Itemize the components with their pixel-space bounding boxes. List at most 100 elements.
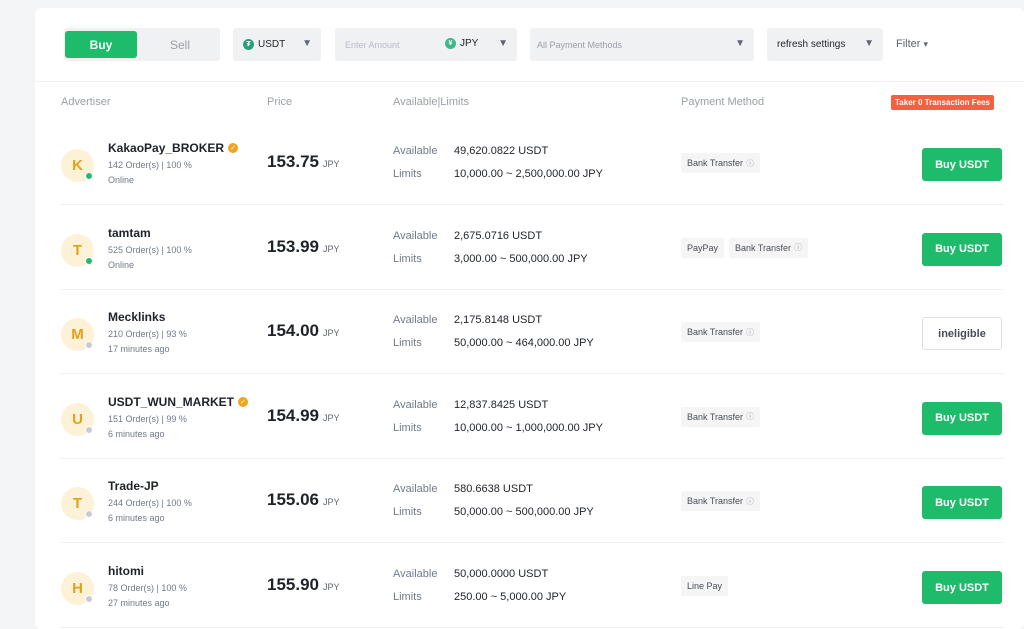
limits-label: Limits [393, 252, 422, 265]
avatar-initial: M [71, 326, 84, 344]
payment-methods: Bank Transfer ⓘ [681, 322, 761, 343]
p2p-card: Buy Sell ₮ USDT ▼ Enter Amount ¥ JPY ▼ A… [35, 8, 1024, 629]
price-currency: JPY [323, 582, 340, 592]
order-stats: 525 Order(s) | 100 % [108, 244, 192, 255]
payment-chip-label: Bank Transfer [735, 242, 792, 253]
payment-methods: PayPay Bank Transfer ⓘ [681, 237, 809, 258]
amount-input[interactable]: Enter Amount ¥ JPY ▼ [335, 28, 517, 61]
verified-badge-icon: ✓ [228, 143, 239, 153]
filter-button[interactable]: Filter ▾ [896, 38, 928, 50]
available-value: 49,620.0822 USDT [454, 145, 549, 157]
order-stats: 210 Order(s) | 93 % [108, 329, 187, 340]
price-value: 153.75 [267, 152, 319, 171]
limits-value: 10,000.00 ~ 2,500,000.00 JPY [454, 168, 603, 180]
info-icon: ⓘ [746, 327, 755, 337]
payment-chip-label: PayPay [687, 242, 719, 253]
limits-value: 250.00 ~ 5,000.00 JPY [454, 591, 567, 603]
chevron-down-icon: ▼ [864, 38, 874, 49]
coin-select[interactable]: ₮ USDT ▼ [233, 28, 321, 61]
buy-usdt-button[interactable]: Buy USDT [922, 401, 1002, 435]
payment-chip-label: Bank Transfer [687, 411, 744, 422]
sell-tab[interactable]: Sell [170, 31, 220, 58]
payment-chip-label: Line Pay [687, 581, 723, 591]
advertiser-name[interactable]: hitomi [108, 564, 144, 578]
payment-methods: Line Pay [681, 576, 729, 596]
divider [35, 81, 1024, 82]
advertiser-name[interactable]: Trade-JP [108, 479, 159, 493]
advertiser-name[interactable]: Mecklinks [108, 310, 165, 324]
advertiser-name[interactable]: tamtam [108, 226, 151, 240]
price-currency: JPY [323, 328, 340, 339]
price: 155.06 JPY [267, 490, 340, 510]
available-value: 50,000.0000 USDT [454, 568, 549, 580]
price-value: 155.90 [267, 575, 319, 594]
order-stats: 78 Order(s) | 100 % [108, 583, 187, 593]
online-status: 17 minutes ago [108, 344, 170, 355]
price-value: 154.99 [267, 405, 319, 425]
online-status: 27 minutes ago [108, 598, 170, 608]
available-label: Available [393, 229, 438, 242]
payment-chip: Bank Transfer ⓘ [681, 406, 761, 427]
available-value: 2,175.8148 USDT [454, 314, 543, 327]
price-currency: JPY [323, 412, 340, 423]
advertiser-name[interactable]: USDT_WUN_MARKET ✓ [108, 395, 248, 409]
order-stats: 151 Order(s) | 99 % [108, 413, 187, 424]
price-currency: JPY [323, 497, 340, 508]
buy-usdt-button[interactable]: Buy USDT [922, 571, 1002, 604]
status-dot [85, 172, 93, 180]
order-stats: 244 Order(s) | 100 % [108, 498, 192, 509]
table-row: M Mecklinks 210 Order(s) | 93 % 17 minut… [61, 290, 1003, 375]
limits-value: 50,000.00 ~ 464,000.00 JPY [454, 337, 594, 350]
toolbar: Buy Sell ₮ USDT ▼ Enter Amount ¥ JPY ▼ A… [35, 28, 1024, 62]
refresh-settings-select[interactable]: refresh settings ▼ [767, 28, 883, 61]
price: 154.99 JPY [267, 406, 340, 426]
limits-label: Limits [393, 168, 422, 180]
ineligible-button[interactable]: ineligible [922, 317, 1002, 351]
header-available-limits: Available|Limits [393, 96, 470, 108]
payment-chip: PayPay [681, 237, 725, 258]
limits-value: 10,000.00 ~ 1,000,000.00 JPY [454, 421, 603, 434]
online-status: Online [108, 259, 135, 270]
currency-value: JPY [460, 38, 479, 49]
avatar-initial: T [72, 241, 83, 259]
table-row: T tamtam 525 Order(s) | 100 % Online 153… [61, 206, 1003, 290]
online-status: 6 minutes ago [108, 513, 165, 524]
buy-usdt-button[interactable]: Buy USDT [922, 486, 1002, 520]
table-row: H hitomi 78 Order(s) | 100 % 27 minutes … [61, 544, 1003, 628]
advertiser-name-text: tamtam [108, 225, 151, 240]
header-advertiser: Advertiser [61, 96, 111, 108]
status-dot [85, 256, 93, 265]
payment-chip-label: Bank Transfer [687, 327, 744, 338]
chevron-down-icon: ▼ [735, 38, 745, 49]
limits-label: Limits [393, 506, 422, 519]
payment-methods: Bank Transfer ⓘ [681, 153, 761, 173]
table-row: T Trade-JP 244 Order(s) | 100 % 6 minute… [61, 459, 1003, 544]
amount-placeholder: Enter Amount [345, 39, 400, 50]
header-price: Price [267, 96, 293, 108]
buy-sell-toggle: Buy Sell [64, 28, 220, 61]
status-dot [85, 425, 93, 434]
payment-chip: Bank Transfer ⓘ [729, 237, 809, 258]
advertiser-name[interactable]: KakaoPay_BROKER ✓ [108, 141, 239, 155]
info-icon: ⓘ [746, 158, 755, 168]
payment-method-select[interactable]: All Payment Methods ▼ [530, 28, 754, 61]
online-status: Online [108, 175, 135, 185]
table-row: U USDT_WUN_MARKET ✓ 151 Order(s) | 99 % 6… [61, 375, 1003, 459]
buy-usdt-button[interactable]: Buy USDT [922, 232, 1002, 266]
buy-usdt-button[interactable]: Buy USDT [922, 148, 1002, 181]
price: 153.75 JPY [267, 152, 340, 172]
coin-select-value: USDT [258, 39, 286, 50]
currency-select[interactable]: ¥ JPY [445, 38, 478, 49]
price-value: 153.99 [267, 236, 319, 256]
limits-value: 50,000.00 ~ 500,000.00 JPY [454, 506, 594, 519]
buy-tab[interactable]: Buy [65, 31, 137, 58]
payment-chip-label: Bank Transfer [687, 158, 744, 168]
limits-label: Limits [393, 421, 422, 434]
available-label: Available [393, 145, 438, 157]
limits-label: Limits [393, 337, 422, 350]
status-dot [85, 510, 93, 519]
payment-chip: Line Pay [681, 576, 729, 596]
advertiser-name-text: Trade-JP [108, 479, 159, 494]
advertiser-name-text: KakaoPay_BROKER [108, 141, 225, 155]
available-label: Available [393, 483, 438, 496]
